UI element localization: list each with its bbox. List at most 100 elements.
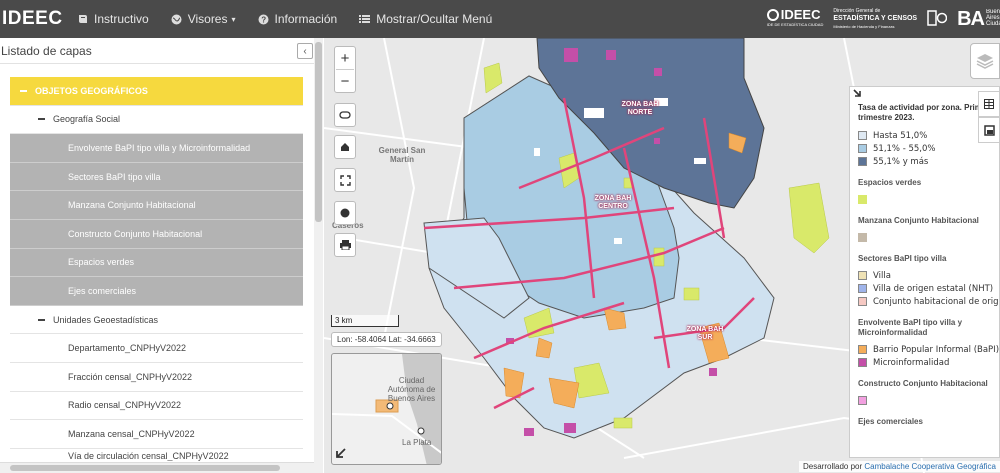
zone-label-norte: ZONA BAH NORTE	[621, 101, 659, 116]
globe-icon	[340, 208, 350, 218]
fullscreen-button[interactable]	[334, 169, 356, 191]
nav-instructivo[interactable]: Instructivo	[78, 12, 149, 26]
panel-horizontal-scrollbar[interactable]	[0, 462, 314, 473]
legend-swatch	[858, 195, 867, 204]
legend-section-espacios-verdes: Espacios verdes	[858, 178, 922, 187]
layer-envolvente-bapi[interactable]: Envolvente BaPI tipo villa y Microinform…	[10, 134, 303, 163]
institution-logos: IDEEC IDE DE ESTADÍSTICA CIUDAD Direcció…	[766, 6, 1000, 32]
layer-label: Espacios verdes	[68, 257, 135, 268]
legend-icon	[983, 124, 995, 136]
scrollbar-thumb[interactable]	[10, 465, 280, 471]
layer-label: Envolvente BaPI tipo villa y Microinform…	[68, 142, 251, 153]
link-icon	[339, 111, 351, 119]
caret-down-icon: ▾	[231, 14, 236, 24]
question-circle-icon: ?	[258, 14, 268, 24]
layer-panel: Listado de capas ‹ OBJETOS GEOGRÁFICOS G…	[0, 38, 323, 473]
legend-label: Microinformalidad	[873, 357, 950, 368]
legend-item-activity-mid: 51,1% - 55,0%	[858, 142, 999, 155]
ba-logo-text: BA	[957, 8, 985, 30]
scrollbar-thumb[interactable]	[315, 42, 322, 222]
ba-logo-subtitle: Buenos Aires Ciudad	[986, 9, 1000, 27]
attribution-prefix: Desarrollado por	[802, 462, 865, 471]
layer-manzana-conjunto[interactable]: Manzana Conjunto Habitacional	[10, 191, 303, 220]
globe-icon	[171, 14, 182, 24]
zoom-out-button[interactable]: −	[334, 70, 356, 92]
scale-bar: 3 km	[331, 315, 399, 327]
nav-toggle-menu[interactable]: Mostrar/Ocultar Menú	[359, 12, 492, 26]
tree-group-unidades-geoestadisticas[interactable]: Unidades Geoestadísticas	[10, 305, 303, 335]
link-button[interactable]	[334, 104, 356, 126]
nav-instructivo-label: Instructivo	[94, 12, 149, 26]
tree-group-label: Geografía Social	[53, 114, 121, 125]
zoom-control: + −	[334, 46, 356, 93]
list-icon	[359, 15, 371, 23]
layer-label: Sectores BaPI tipo villa	[68, 171, 161, 182]
book-icon	[79, 15, 87, 23]
layer-fraccion-censal[interactable]: Fracción censal_CNPHyV2022	[10, 362, 303, 392]
print-button[interactable]	[334, 234, 356, 256]
layer-espacios-verdes[interactable]: Espacios verdes	[10, 248, 303, 278]
legend-label: Villa de origen estatal (NHT)	[873, 283, 994, 294]
legend-swatch	[858, 131, 867, 140]
legend-collapse-button[interactable]	[852, 88, 862, 100]
legend-tab-legend[interactable]	[978, 117, 1000, 143]
home-button[interactable]	[334, 136, 356, 158]
layer-label: Manzana censal_CNPHyV2022	[68, 428, 195, 439]
tree-root-label: OBJETOS GEOGRÁFICOS	[35, 85, 148, 96]
dgeyc-logo[interactable]: Dirección General de ESTADÍSTICA Y CENSO…	[833, 7, 917, 31]
tree-group-geografia-social[interactable]: Geografía Social	[10, 105, 303, 135]
layer-label: Constructo Conjunto Habitacional	[68, 228, 203, 239]
layer-ejes-comerciales[interactable]: Ejes comerciales	[10, 277, 303, 306]
layer-label: Vía de circulación censal_CNPHyV2022	[68, 450, 229, 461]
legend-section-manzana-conjunto: Manzana Conjunto Habitacional	[858, 216, 979, 225]
tree-root-objetos-geograficos[interactable]: OBJETOS GEOGRÁFICOS	[10, 77, 303, 106]
layer-departamento[interactable]: Departamento_CNPHyV2022	[10, 334, 303, 363]
table-icon	[984, 99, 994, 109]
legend-item-villa-nht: Villa de origen estatal (NHT)	[858, 282, 999, 295]
nav-visores[interactable]: Visores ▾	[171, 12, 236, 26]
minimap-toggle-button[interactable]	[335, 447, 349, 461]
panel-header: Listado de capas	[0, 38, 322, 64]
layers-icon	[976, 54, 994, 69]
layer-label: Fracción censal_CNPHyV2022	[68, 371, 193, 382]
arrow-down-right-icon	[853, 89, 861, 97]
chevron-left-icon: ‹	[303, 45, 307, 57]
map-attribution: Desarrollado por Cambalache Cooperativa …	[798, 461, 1000, 472]
legend-section-ejes: Ejes comerciales	[858, 417, 923, 426]
zoom-in-button[interactable]: +	[334, 47, 356, 69]
nav-informacion[interactable]: ? Información	[258, 12, 337, 26]
legend-label: Barrio Popular Informal (BaPI)	[873, 344, 1000, 355]
legend-section-envolvente: Envolvente BaPI tipo villa y Microinform…	[858, 318, 963, 337]
panel-vertical-scrollbar[interactable]	[314, 38, 323, 473]
legend-label: Villa	[873, 270, 891, 281]
legend-tab-table[interactable]	[978, 91, 1000, 117]
svg-text:?: ?	[261, 15, 266, 24]
layer-manzana-censal[interactable]: Manzana censal_CNPHyV2022	[10, 420, 303, 449]
fullscreen-icon	[339, 174, 351, 186]
legend-label: 55,1% y más	[873, 156, 929, 167]
collapse-panel-button[interactable]: ‹	[297, 43, 313, 59]
dgeyc-logo-top: Dirección General de	[833, 8, 881, 14]
panel-title: Listado de capas	[1, 43, 92, 58]
legend-section-sectores: Sectores BaPI tipo villa	[858, 254, 947, 263]
layer-radio-censal[interactable]: Radio censal_CNPHyV2022	[10, 391, 303, 421]
nav-toggle-menu-label: Mostrar/Ocultar Menú	[376, 12, 493, 26]
layer-switcher-button[interactable]	[970, 43, 1000, 79]
layer-sectores-bapi[interactable]: Sectores BaPI tipo villa	[10, 162, 303, 192]
legend-item-activity-high: 55,1% y más	[858, 155, 999, 168]
collapse-dash-icon	[38, 318, 45, 321]
legend-swatch	[858, 358, 867, 367]
legend-swatch	[858, 297, 867, 306]
legend-side-tabs	[978, 91, 1000, 143]
attribution-link[interactable]: Cambalache Cooperativa Geográfica	[864, 462, 996, 471]
legend-swatch	[858, 271, 867, 280]
brand-title[interactable]: IDEEC	[0, 8, 78, 30]
minimap-label-caba: Ciudad Autónoma de Buenos Aires	[387, 376, 436, 403]
layer-constructo-conjunto[interactable]: Constructo Conjunto Habitacional	[10, 219, 303, 249]
layer-via-circulacion[interactable]: Vía de circulación censal_CNPHyV2022	[10, 448, 303, 461]
ba-logo[interactable]: BA Buenos Aires Ciudad	[957, 9, 1000, 29]
geolocate-button[interactable]	[334, 202, 356, 224]
map-view[interactable]: General San Martín Caseros ZONA BAH NORT…	[324, 38, 1000, 473]
ideec-logo[interactable]: IDEEC IDE DE ESTADÍSTICA CIUDAD	[766, 8, 823, 29]
overview-minimap[interactable]: Ciudad Autónoma de Buenos Aires La Plata	[331, 353, 442, 465]
